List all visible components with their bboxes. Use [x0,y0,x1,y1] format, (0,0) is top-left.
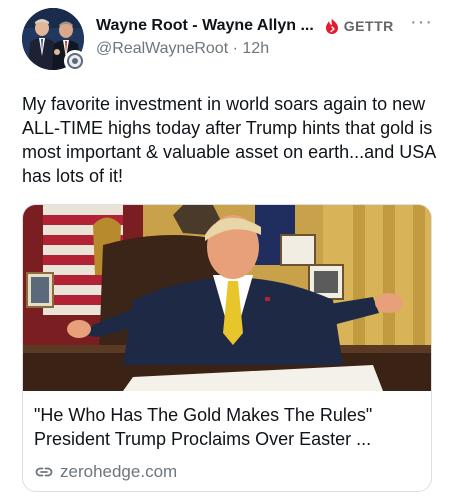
post: Wayne Root - Wayne Allyn ... GETTR ··· @… [0,0,454,500]
post-time[interactable]: 12h [242,40,269,57]
platform-name: GETTR [343,18,394,34]
badge-icon [64,50,86,72]
card-domain: zerohedge.com [60,462,178,481]
author-meta: @RealWayneRoot · 12h [96,40,269,58]
article-thumbnail[interactable] [23,205,431,391]
more-horizontal-icon[interactable]: ··· [410,12,433,32]
link-icon [35,467,53,477]
link-card[interactable]: "He Who Has The Gold Makes The Rules" Pr… [22,204,432,492]
card-title[interactable]: "He Who Has The Gold Makes The Rules" Pr… [34,403,426,451]
author-name-row: Wayne Root - Wayne Allyn ... GETTR [96,14,394,38]
author-display-name[interactable]: Wayne Root - Wayne Allyn ... [96,17,314,35]
card-domain-row[interactable]: zerohedge.com [34,462,177,482]
platform-label: GETTR [324,18,394,34]
post-text: My favorite investment in world soars ag… [22,94,436,186]
gettr-icon [325,19,338,34]
meta-separator: · [232,40,243,57]
author-handle[interactable]: @RealWayneRoot [96,40,228,57]
